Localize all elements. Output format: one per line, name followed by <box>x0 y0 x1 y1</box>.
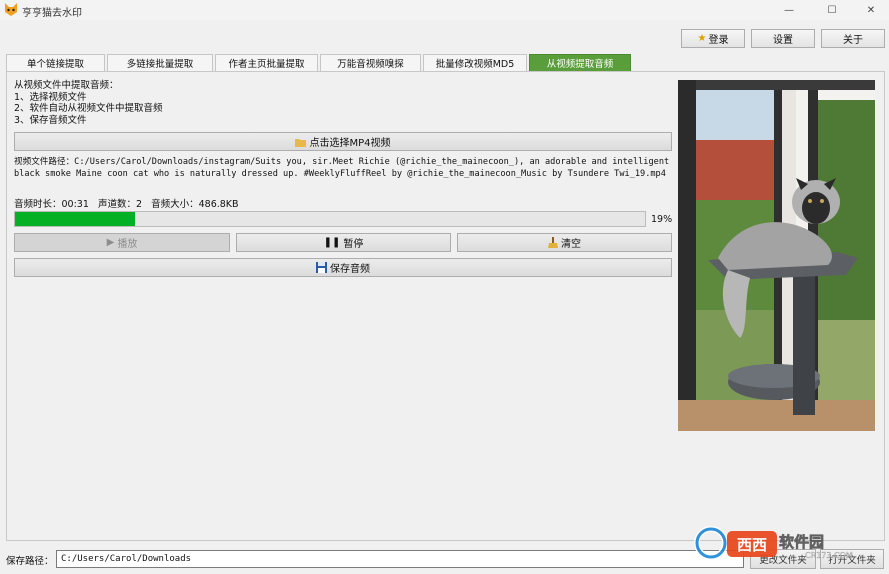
watermark-brand-first: 西西 <box>737 536 767 554</box>
star-icon: ★ <box>697 33 707 44</box>
watermark-brand-rest: 软件园 <box>779 533 824 551</box>
play-button[interactable]: ▶ 播放 <box>14 233 230 252</box>
progress-fill <box>15 212 135 226</box>
instructions: 从视频文件中提取音频： 1、选择视频文件 2、软件自动从视频文件中提取音频 3、… <box>14 80 163 126</box>
file-path: 视频文件路径：C:/Users/Carol/Downloads/instagra… <box>14 157 670 181</box>
play-label: 播放 <box>117 239 138 250</box>
video-preview <box>678 80 875 431</box>
window-title: 亨亨猫去水印 <box>22 8 82 19</box>
minimize-button[interactable]: — <box>769 0 809 20</box>
about-button[interactable]: 关于 <box>821 29 885 48</box>
clear-button[interactable]: 清空 <box>457 233 672 252</box>
duration-value: 00:31 <box>61 199 89 210</box>
watermark-url: CR173.COM <box>805 551 853 560</box>
login-label: 登录 <box>708 35 729 46</box>
clear-label: 清空 <box>561 239 581 250</box>
progress-percent: 19% <box>651 214 673 225</box>
progress-bar <box>14 211 646 227</box>
maximize-button[interactable]: ☐ <box>812 0 852 20</box>
pause-button[interactable]: ❚❚ 暂停 <box>236 233 451 252</box>
floppy-icon <box>316 262 327 273</box>
pause-icon: ❚❚ <box>323 237 341 248</box>
settings-button[interactable]: 设置 <box>751 29 815 48</box>
size-label: 音频大小： <box>151 199 199 210</box>
video-preview-image <box>678 80 875 431</box>
title-bar: 亨亨猫去水印 — ☐ ✕ <box>0 0 889 20</box>
instructions-heading: 从视频文件中提取音频： <box>14 80 119 91</box>
save-path-input[interactable]: C:/Users/Carol/Downloads <box>56 550 744 568</box>
tab-extract-audio[interactable]: 从视频提取音频 <box>529 54 631 71</box>
folder-icon <box>295 138 307 147</box>
cat-icon <box>5 3 17 16</box>
duration-label: 音频时长： <box>14 199 62 210</box>
audio-info: 音频时长：00:31 声道数：2 音频大小：486.8KB <box>14 196 239 210</box>
size-value: 486.8KB <box>198 199 239 210</box>
close-button[interactable]: ✕ <box>851 0 889 20</box>
channels-value: 2 <box>135 199 143 210</box>
login-button[interactable]: ★ 登录 <box>681 29 745 48</box>
select-mp4-label: 点击选择MP4视频 <box>309 138 391 149</box>
select-mp4-button[interactable]: 点击选择MP4视频 <box>14 132 672 151</box>
file-path-label: 视频文件路径： <box>14 157 75 167</box>
save-audio-button[interactable]: 保存音频 <box>14 258 672 277</box>
play-icon: ▶ <box>106 237 115 248</box>
instruction-step: 3、保存音频文件 <box>14 114 87 126</box>
tab-author-batch[interactable]: 作者主页批量提取 <box>215 54 318 71</box>
site-watermark-logo: 西西 软件园 CR173.COM <box>694 526 853 560</box>
instruction-step: 2、软件自动从视频文件中提取音频 <box>14 103 163 114</box>
tab-batch-links[interactable]: 多链接批量提取 <box>107 54 213 71</box>
instruction-step: 1、选择视频文件 <box>14 91 87 103</box>
pause-label: 暂停 <box>343 239 364 250</box>
channels-label: 声道数： <box>97 199 136 210</box>
tab-single-link[interactable]: 单个链接提取 <box>6 54 105 71</box>
save-audio-label: 保存音频 <box>330 264 370 275</box>
save-path-label: 保存路径： <box>6 556 54 567</box>
tab-media-sniff[interactable]: 万能音视频嗅探 <box>320 54 421 71</box>
broom-icon <box>548 237 558 248</box>
tab-batch-md5[interactable]: 批量修改视频MD5 <box>423 54 527 71</box>
file-path-value: C:/Users/Carol/Downloads/instagram/Suits… <box>14 157 670 179</box>
